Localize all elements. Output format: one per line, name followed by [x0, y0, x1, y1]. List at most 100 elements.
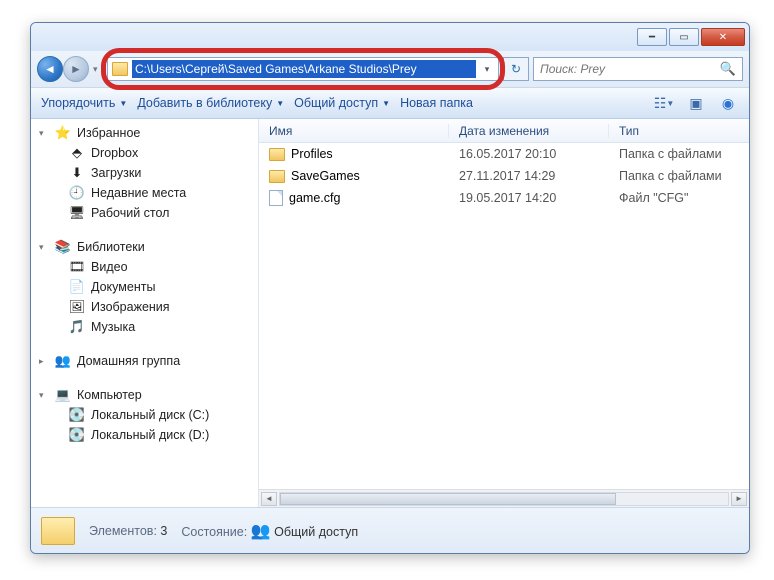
file-type: Папка с файлами: [609, 169, 749, 183]
addlib-label: Добавить в библиотеку: [137, 96, 272, 110]
sidebar-item-label: Рабочий стол: [91, 206, 169, 220]
scroll-left-button[interactable]: ◄: [261, 492, 277, 506]
file-name: Profiles: [291, 147, 333, 161]
file-row[interactable]: Profiles 16.05.2017 20:10Папка с файлами: [259, 143, 749, 165]
state-label: Состояние:: [181, 525, 247, 539]
homegroup-icon: 👥: [55, 353, 71, 369]
file-name: game.cfg: [289, 191, 340, 205]
large-folder-icon: [41, 517, 75, 545]
file-list-pane: Имя Дата изменения Тип Profiles 16.05.201…: [259, 119, 749, 507]
file-date: 27.11.2017 14:29: [449, 169, 609, 183]
navigation-pane: ▾ ⭐ Избранное ⬘ Dropbox ⬇Загрузки 🕘Недавн…: [31, 119, 259, 507]
column-type[interactable]: Тип: [609, 124, 749, 138]
pictures-icon: 🖼: [69, 299, 85, 315]
folder-icon: [112, 62, 128, 76]
back-button[interactable]: ◄: [37, 56, 63, 82]
close-button[interactable]: ✕: [701, 28, 745, 46]
new-folder-button[interactable]: Новая папка: [400, 96, 473, 110]
column-name[interactable]: Имя: [259, 124, 449, 138]
sidebar-item-music[interactable]: 🎵Музыка: [35, 317, 258, 337]
sidebar-label: Компьютер: [77, 388, 142, 402]
status-elements: Элементов: 3: [89, 524, 167, 538]
sidebar-item-downloads[interactable]: ⬇Загрузки: [35, 163, 258, 183]
file-type: Папка с файлами: [609, 147, 749, 161]
sidebar-item-label: Локальный диск (C:): [91, 408, 209, 422]
file-rows: Profiles16.05.2017 20:10Папка с файламиS…: [259, 143, 749, 489]
address-input[interactable]: [132, 60, 476, 78]
chevron-right-icon: ▸: [39, 356, 49, 367]
sidebar-libraries[interactable]: ▾ 📚 Библиотеки: [35, 237, 258, 257]
sidebar-item-label: Изображения: [91, 300, 170, 314]
search-box[interactable]: 🔍: [533, 57, 743, 81]
sidebar-label: Избранное: [77, 126, 140, 140]
newfolder-label: Новая папка: [400, 96, 473, 110]
forward-button[interactable]: ►: [63, 56, 89, 82]
organize-button[interactable]: Упорядочить ▼: [41, 96, 127, 110]
elements-label: Элементов:: [89, 524, 157, 538]
refresh-button[interactable]: ↻: [503, 57, 529, 81]
video-icon: 🎞: [69, 259, 85, 275]
sidebar-item-dropbox[interactable]: ⬘ Dropbox: [35, 143, 258, 163]
navigation-bar: ◄ ► ▾ ▾ ↻ 🔍: [31, 51, 749, 87]
search-input[interactable]: [540, 62, 720, 76]
elements-count: 3: [160, 524, 167, 538]
view-options-button[interactable]: ☷ ▼: [653, 92, 675, 114]
details-pane: Элементов: 3 Состояние: 👥 Общий доступ: [31, 507, 749, 553]
help-button[interactable]: ◉: [717, 92, 739, 114]
sidebar-item-drive-d[interactable]: 💽Локальный диск (D:): [35, 425, 258, 445]
sidebar-item-desktop[interactable]: 🖥 Рабочий стол: [35, 203, 258, 223]
sidebar-computer[interactable]: ▾ 💻 Компьютер: [35, 385, 258, 405]
sidebar-item-pictures[interactable]: 🖼 Изображения: [35, 297, 258, 317]
titlebar: ━ ▭ ✕: [31, 23, 749, 51]
sidebar-item-recent[interactable]: 🕘Недавние места: [35, 183, 258, 203]
dropbox-icon: ⬘: [69, 145, 85, 161]
command-bar: Упорядочить ▼ Добавить в библиотеку ▼ Об…: [31, 87, 749, 119]
add-to-library-button[interactable]: Добавить в библиотеку ▼: [137, 96, 284, 110]
sidebar-label: Домашняя группа: [77, 354, 180, 368]
address-dropdown-icon[interactable]: ▾: [480, 64, 494, 75]
sidebar-item-label: Видео: [91, 260, 128, 274]
organize-label: Упорядочить: [41, 96, 115, 110]
folder-icon: [269, 148, 285, 161]
sidebar-item-label: Документы: [91, 280, 155, 294]
preview-pane-button[interactable]: ▣: [685, 92, 707, 114]
body: ▾ ⭐ Избранное ⬘ Dropbox ⬇Загрузки 🕘Недавн…: [31, 119, 749, 507]
chevron-down-icon: ▾: [39, 242, 49, 253]
share-icon: 👥: [251, 523, 271, 540]
minimize-button[interactable]: ━: [637, 28, 667, 46]
nav-buttons: ◄ ►: [37, 56, 89, 82]
file-date: 16.05.2017 20:10: [449, 147, 609, 161]
file-icon: [269, 190, 283, 206]
state-value: Общий доступ: [274, 525, 358, 539]
sidebar-item-documents[interactable]: 📄Документы: [35, 277, 258, 297]
sidebar-favorites[interactable]: ▾ ⭐ Избранное: [35, 123, 258, 143]
search-icon: 🔍: [720, 61, 736, 77]
file-type: Файл "CFG": [609, 191, 749, 205]
sidebar-item-videos[interactable]: 🎞 Видео: [35, 257, 258, 277]
chevron-down-icon: ▼: [382, 99, 390, 108]
desktop-icon: 🖥: [69, 205, 85, 221]
recent-dropdown-icon[interactable]: ▾: [93, 64, 103, 75]
chevron-down-icon: ▾: [39, 128, 49, 139]
scroll-thumb[interactable]: [280, 493, 616, 505]
drive-icon: 💽: [69, 407, 85, 423]
scroll-track[interactable]: [279, 492, 729, 506]
column-headers: Имя Дата изменения Тип: [259, 119, 749, 143]
sidebar-homegroup[interactable]: ▸ 👥 Домашняя группа: [35, 351, 258, 371]
scroll-right-button[interactable]: ►: [731, 492, 747, 506]
folder-icon: [269, 170, 285, 183]
sidebar-item-drive-c[interactable]: 💽 Локальный диск (C:): [35, 405, 258, 425]
maximize-button[interactable]: ▭: [669, 28, 699, 46]
file-row[interactable]: game.cfg19.05.2017 14:20Файл "CFG": [259, 187, 749, 209]
downloads-icon: ⬇: [69, 165, 85, 181]
address-bar[interactable]: ▾: [107, 57, 499, 81]
share-button[interactable]: Общий доступ ▼: [294, 96, 390, 110]
chevron-down-icon: ▼: [119, 99, 127, 108]
column-date[interactable]: Дата изменения: [449, 124, 609, 138]
sidebar-item-label: Dropbox: [91, 146, 138, 160]
file-row[interactable]: SaveGames27.11.2017 14:29Папка с файлами: [259, 165, 749, 187]
recent-icon: 🕘: [69, 185, 85, 201]
computer-icon: 💻: [55, 387, 71, 403]
libraries-icon: 📚: [55, 239, 71, 255]
horizontal-scrollbar[interactable]: ◄ ►: [259, 489, 749, 507]
